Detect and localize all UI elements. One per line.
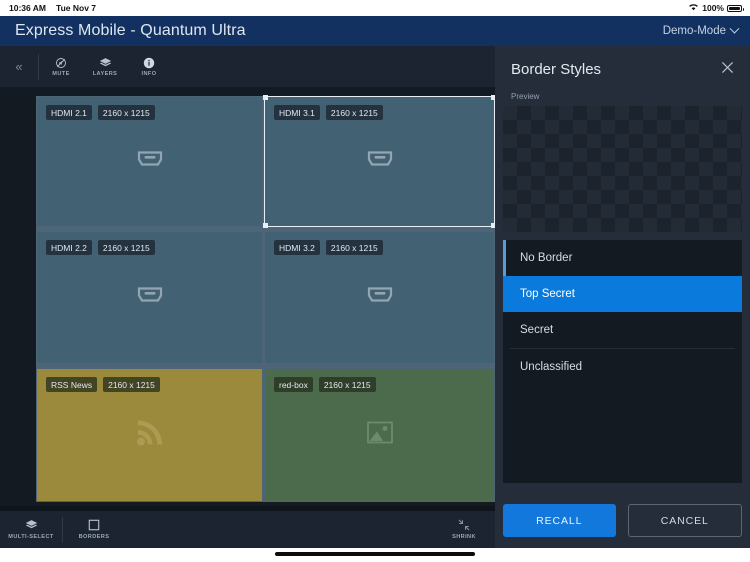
tile-source-badge: RSS News	[46, 377, 98, 392]
panel-title: Border Styles	[511, 60, 602, 78]
border-style-list[interactable]: No Border Top Secret Secret Unclassified	[503, 240, 742, 483]
chevron-down-icon	[729, 23, 740, 34]
ios-status-bar: 10:36 AM Tue Nov 7 100%	[0, 0, 750, 16]
tile-resolution-badge: 2160 x 1215	[325, 240, 383, 255]
square-outline-icon	[88, 519, 100, 531]
collapse-left-icon[interactable]: «	[0, 59, 38, 74]
layers-icon	[25, 519, 38, 531]
tile-hdmi-3-2[interactable]: HDMI 3.2 2160 x 1215	[265, 232, 494, 363]
mute-icon	[55, 56, 67, 69]
info-icon	[143, 56, 155, 69]
toolbar-label-borders: BORDERS	[78, 534, 110, 540]
mode-selector[interactable]: Demo-Mode	[662, 23, 740, 37]
tile-resolution-badge: 2160 x 1215	[318, 377, 376, 392]
list-item-unclassified[interactable]: Unclassified	[503, 349, 742, 385]
tile-source-badge: HDMI 2.1	[46, 105, 92, 120]
list-item-label: Secret	[520, 324, 554, 336]
home-indicator-area	[0, 548, 750, 562]
list-item-secret[interactable]: Secret	[503, 312, 742, 348]
image-icon	[366, 419, 394, 452]
toolbar-label-layers: LAYERS	[92, 71, 118, 77]
wifi-icon	[688, 3, 699, 13]
mode-label: Demo-Mode	[662, 25, 726, 37]
list-item-top-secret[interactable]: Top Secret	[503, 276, 742, 312]
app-header: Express Mobile - Quantum Ultra Demo-Mode	[0, 16, 750, 46]
bottom-toolbar: MULTI-SELECT BORDERS SHRINK	[0, 511, 495, 548]
toolbar-button-layers[interactable]: LAYERS	[83, 46, 127, 87]
home-indicator[interactable]	[275, 552, 475, 556]
shrink-arrows-icon	[458, 519, 470, 531]
toolbar-label-multi-select: MULTI-SELECT	[8, 534, 54, 540]
app-root: 10:36 AM Tue Nov 7 100% Express Mobile -…	[0, 0, 750, 562]
tile-source-badge: HDMI 2.2	[46, 240, 92, 255]
layers-icon	[99, 56, 112, 69]
cancel-button[interactable]: CANCEL	[627, 504, 742, 537]
tile-resolution-badge: 2160 x 1215	[97, 240, 155, 255]
hdmi-port-icon	[366, 285, 394, 310]
status-date: Tue Nov 7	[56, 3, 97, 13]
status-time: 10:36 AM	[9, 3, 47, 13]
tile-hdmi-3-1[interactable]: HDMI 3.1 2160 x 1215	[265, 97, 494, 226]
page-title: Express Mobile - Quantum Ultra	[15, 22, 246, 39]
tile-badges: HDMI 2.2 2160 x 1215	[46, 240, 155, 255]
rss-icon	[133, 416, 167, 455]
tile-source-badge: red-box	[274, 377, 313, 392]
wall-layout: HDMI 2.1 2160 x 1215 HDMI 3.1 2160 x 121…	[36, 95, 496, 502]
battery-percent: 100%	[702, 3, 724, 13]
tile-red-box[interactable]: red-box 2160 x 1215	[265, 369, 494, 501]
border-preview	[503, 106, 742, 232]
close-icon[interactable]	[721, 61, 734, 77]
video-wall-canvas[interactable]: HDMI 2.1 2160 x 1215 HDMI 3.1 2160 x 121…	[0, 87, 496, 506]
tile-hdmi-2-2[interactable]: HDMI 2.2 2160 x 1215	[37, 232, 262, 363]
toolbar-button-mute[interactable]: MUTE	[39, 46, 83, 87]
toolbar-label-info: INFO	[141, 71, 157, 77]
hdmi-port-icon	[366, 149, 394, 174]
tile-rss-news[interactable]: RSS News 2160 x 1215	[37, 369, 262, 501]
tile-hdmi-2-1[interactable]: HDMI 2.1 2160 x 1215	[37, 97, 262, 226]
tile-badges: HDMI 3.1 2160 x 1215	[274, 105, 383, 120]
toolbar-label-mute: MUTE	[52, 71, 70, 77]
toolbar-button-borders[interactable]: BORDERS	[63, 511, 125, 548]
list-item-label: No Border	[520, 252, 573, 264]
tile-badges: HDMI 2.1 2160 x 1215	[46, 105, 155, 120]
tile-badges: HDMI 3.2 2160 x 1215	[274, 240, 383, 255]
toolbar-label-shrink: SHRINK	[452, 534, 476, 540]
recall-button[interactable]: RECALL	[503, 504, 616, 537]
panel-header: Border Styles	[495, 46, 750, 92]
toolbar-button-shrink[interactable]: SHRINK	[433, 511, 495, 548]
toolbar-button-multi-select[interactable]: MULTI-SELECT	[0, 511, 62, 548]
hdmi-port-icon	[136, 149, 164, 174]
tile-resolution-badge: 2160 x 1215	[97, 105, 155, 120]
preview-label: Preview	[511, 92, 540, 101]
toolbar-button-info[interactable]: INFO	[127, 46, 171, 87]
panel-actions: RECALL CANCEL	[503, 504, 742, 537]
list-item-label: Top Secret	[520, 288, 575, 300]
tile-resolution-badge: 2160 x 1215	[103, 377, 160, 392]
tile-resolution-badge: 2160 x 1215	[325, 105, 383, 120]
battery-icon	[727, 4, 744, 12]
status-right-cluster: 100%	[688, 3, 744, 13]
tile-badges: RSS News 2160 x 1215	[46, 377, 160, 392]
border-styles-panel: Border Styles Preview No Border Top Secr…	[495, 46, 750, 548]
list-item-label: Unclassified	[520, 361, 582, 373]
current-selection-accent	[503, 240, 506, 276]
hdmi-port-icon	[136, 285, 164, 310]
tile-badges: red-box 2160 x 1215	[274, 377, 376, 392]
tile-source-badge: HDMI 3.2	[274, 240, 320, 255]
list-item-no-border[interactable]: No Border	[503, 240, 742, 276]
top-toolbar: « MUTE LAYERS INFO	[0, 46, 495, 87]
tile-source-badge: HDMI 3.1	[274, 105, 320, 120]
